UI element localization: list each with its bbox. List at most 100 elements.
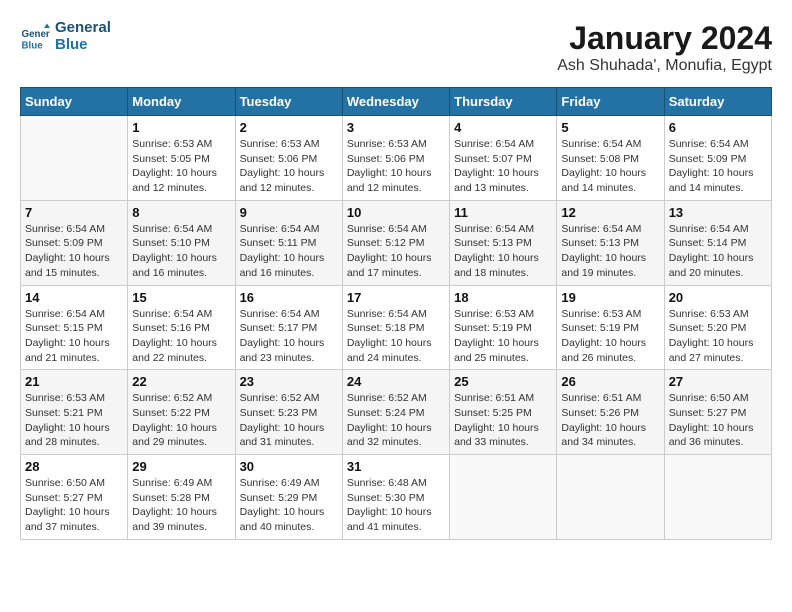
day-number: 1 — [132, 120, 230, 135]
calendar-cell: 26 Sunrise: 6:51 AMSunset: 5:26 PMDaylig… — [557, 370, 664, 455]
calendar-cell: 21 Sunrise: 6:53 AMSunset: 5:21 PMDaylig… — [21, 370, 128, 455]
day-info: Sunrise: 6:49 AMSunset: 5:29 PMDaylight:… — [240, 476, 338, 535]
calendar-cell: 9 Sunrise: 6:54 AMSunset: 5:11 PMDayligh… — [235, 200, 342, 285]
day-number: 8 — [132, 205, 230, 220]
calendar-cell: 18 Sunrise: 6:53 AMSunset: 5:19 PMDaylig… — [450, 285, 557, 370]
week-row-1: 7 Sunrise: 6:54 AMSunset: 5:09 PMDayligh… — [21, 200, 772, 285]
day-number: 4 — [454, 120, 552, 135]
week-row-4: 28 Sunrise: 6:50 AMSunset: 5:27 PMDaylig… — [21, 455, 772, 540]
day-info: Sunrise: 6:52 AMSunset: 5:22 PMDaylight:… — [132, 391, 230, 450]
day-number: 27 — [669, 374, 767, 389]
header-tuesday: Tuesday — [235, 88, 342, 116]
svg-text:General: General — [22, 29, 51, 40]
day-number: 2 — [240, 120, 338, 135]
calendar-cell: 25 Sunrise: 6:51 AMSunset: 5:25 PMDaylig… — [450, 370, 557, 455]
week-row-0: 1 Sunrise: 6:53 AMSunset: 5:05 PMDayligh… — [21, 116, 772, 201]
logo-icon: General Blue — [20, 22, 50, 52]
header-wednesday: Wednesday — [342, 88, 449, 116]
day-info: Sunrise: 6:53 AMSunset: 5:19 PMDaylight:… — [561, 307, 659, 366]
calendar-cell: 29 Sunrise: 6:49 AMSunset: 5:28 PMDaylig… — [128, 455, 235, 540]
calendar-cell: 19 Sunrise: 6:53 AMSunset: 5:19 PMDaylig… — [557, 285, 664, 370]
calendar-cell: 12 Sunrise: 6:54 AMSunset: 5:13 PMDaylig… — [557, 200, 664, 285]
day-number: 22 — [132, 374, 230, 389]
calendar-cell: 27 Sunrise: 6:50 AMSunset: 5:27 PMDaylig… — [664, 370, 771, 455]
day-number: 10 — [347, 205, 445, 220]
day-info: Sunrise: 6:54 AMSunset: 5:12 PMDaylight:… — [347, 222, 445, 281]
calendar-cell: 7 Sunrise: 6:54 AMSunset: 5:09 PMDayligh… — [21, 200, 128, 285]
calendar-cell: 30 Sunrise: 6:49 AMSunset: 5:29 PMDaylig… — [235, 455, 342, 540]
title-section: January 2024 Ash Shuhada', Monufia, Egyp… — [557, 20, 772, 75]
calendar-cell: 16 Sunrise: 6:54 AMSunset: 5:17 PMDaylig… — [235, 285, 342, 370]
day-info: Sunrise: 6:54 AMSunset: 5:13 PMDaylight:… — [454, 222, 552, 281]
calendar-cell — [21, 116, 128, 201]
calendar-cell: 22 Sunrise: 6:52 AMSunset: 5:22 PMDaylig… — [128, 370, 235, 455]
calendar-cell — [450, 455, 557, 540]
week-row-3: 21 Sunrise: 6:53 AMSunset: 5:21 PMDaylig… — [21, 370, 772, 455]
header-friday: Friday — [557, 88, 664, 116]
day-info: Sunrise: 6:54 AMSunset: 5:14 PMDaylight:… — [669, 222, 767, 281]
calendar-title: January 2024 — [557, 20, 772, 57]
day-number: 5 — [561, 120, 659, 135]
day-info: Sunrise: 6:54 AMSunset: 5:11 PMDaylight:… — [240, 222, 338, 281]
day-info: Sunrise: 6:53 AMSunset: 5:05 PMDaylight:… — [132, 137, 230, 196]
header-sunday: Sunday — [21, 88, 128, 116]
day-info: Sunrise: 6:49 AMSunset: 5:28 PMDaylight:… — [132, 476, 230, 535]
day-number: 19 — [561, 290, 659, 305]
day-info: Sunrise: 6:51 AMSunset: 5:25 PMDaylight:… — [454, 391, 552, 450]
day-number: 6 — [669, 120, 767, 135]
calendar-cell: 13 Sunrise: 6:54 AMSunset: 5:14 PMDaylig… — [664, 200, 771, 285]
day-info: Sunrise: 6:53 AMSunset: 5:06 PMDaylight:… — [347, 137, 445, 196]
logo: General Blue General Blue — [20, 20, 111, 53]
day-number: 30 — [240, 459, 338, 474]
day-info: Sunrise: 6:54 AMSunset: 5:09 PMDaylight:… — [669, 137, 767, 196]
day-number: 12 — [561, 205, 659, 220]
calendar-cell: 20 Sunrise: 6:53 AMSunset: 5:20 PMDaylig… — [664, 285, 771, 370]
day-number: 11 — [454, 205, 552, 220]
calendar-cell: 23 Sunrise: 6:52 AMSunset: 5:23 PMDaylig… — [235, 370, 342, 455]
day-number: 20 — [669, 290, 767, 305]
header-saturday: Saturday — [664, 88, 771, 116]
calendar-cell — [557, 455, 664, 540]
day-number: 14 — [25, 290, 123, 305]
calendar-cell: 31 Sunrise: 6:48 AMSunset: 5:30 PMDaylig… — [342, 455, 449, 540]
day-info: Sunrise: 6:52 AMSunset: 5:23 PMDaylight:… — [240, 391, 338, 450]
day-number: 7 — [25, 205, 123, 220]
calendar-cell: 3 Sunrise: 6:53 AMSunset: 5:06 PMDayligh… — [342, 116, 449, 201]
day-number: 3 — [347, 120, 445, 135]
calendar-cell: 17 Sunrise: 6:54 AMSunset: 5:18 PMDaylig… — [342, 285, 449, 370]
day-number: 31 — [347, 459, 445, 474]
day-info: Sunrise: 6:54 AMSunset: 5:18 PMDaylight:… — [347, 307, 445, 366]
day-info: Sunrise: 6:54 AMSunset: 5:08 PMDaylight:… — [561, 137, 659, 196]
day-info: Sunrise: 6:53 AMSunset: 5:06 PMDaylight:… — [240, 137, 338, 196]
day-number: 16 — [240, 290, 338, 305]
day-info: Sunrise: 6:53 AMSunset: 5:21 PMDaylight:… — [25, 391, 123, 450]
day-number: 25 — [454, 374, 552, 389]
day-number: 26 — [561, 374, 659, 389]
header-row: Sunday Monday Tuesday Wednesday Thursday… — [21, 88, 772, 116]
day-info: Sunrise: 6:51 AMSunset: 5:26 PMDaylight:… — [561, 391, 659, 450]
day-number: 17 — [347, 290, 445, 305]
logo-line1: General — [55, 20, 111, 37]
day-info: Sunrise: 6:54 AMSunset: 5:10 PMDaylight:… — [132, 222, 230, 281]
calendar-cell: 14 Sunrise: 6:54 AMSunset: 5:15 PMDaylig… — [21, 285, 128, 370]
header-monday: Monday — [128, 88, 235, 116]
week-row-2: 14 Sunrise: 6:54 AMSunset: 5:15 PMDaylig… — [21, 285, 772, 370]
day-info: Sunrise: 6:54 AMSunset: 5:09 PMDaylight:… — [25, 222, 123, 281]
day-info: Sunrise: 6:50 AMSunset: 5:27 PMDaylight:… — [669, 391, 767, 450]
day-info: Sunrise: 6:54 AMSunset: 5:16 PMDaylight:… — [132, 307, 230, 366]
day-info: Sunrise: 6:54 AMSunset: 5:15 PMDaylight:… — [25, 307, 123, 366]
calendar-table: Sunday Monday Tuesday Wednesday Thursday… — [20, 87, 772, 540]
calendar-cell: 10 Sunrise: 6:54 AMSunset: 5:12 PMDaylig… — [342, 200, 449, 285]
calendar-cell: 8 Sunrise: 6:54 AMSunset: 5:10 PMDayligh… — [128, 200, 235, 285]
day-info: Sunrise: 6:50 AMSunset: 5:27 PMDaylight:… — [25, 476, 123, 535]
day-info: Sunrise: 6:54 AMSunset: 5:13 PMDaylight:… — [561, 222, 659, 281]
logo-line2: Blue — [55, 37, 111, 54]
day-number: 24 — [347, 374, 445, 389]
calendar-cell: 4 Sunrise: 6:54 AMSunset: 5:07 PMDayligh… — [450, 116, 557, 201]
day-number: 18 — [454, 290, 552, 305]
calendar-cell: 6 Sunrise: 6:54 AMSunset: 5:09 PMDayligh… — [664, 116, 771, 201]
day-number: 21 — [25, 374, 123, 389]
day-info: Sunrise: 6:52 AMSunset: 5:24 PMDaylight:… — [347, 391, 445, 450]
calendar-cell: 11 Sunrise: 6:54 AMSunset: 5:13 PMDaylig… — [450, 200, 557, 285]
day-number: 28 — [25, 459, 123, 474]
